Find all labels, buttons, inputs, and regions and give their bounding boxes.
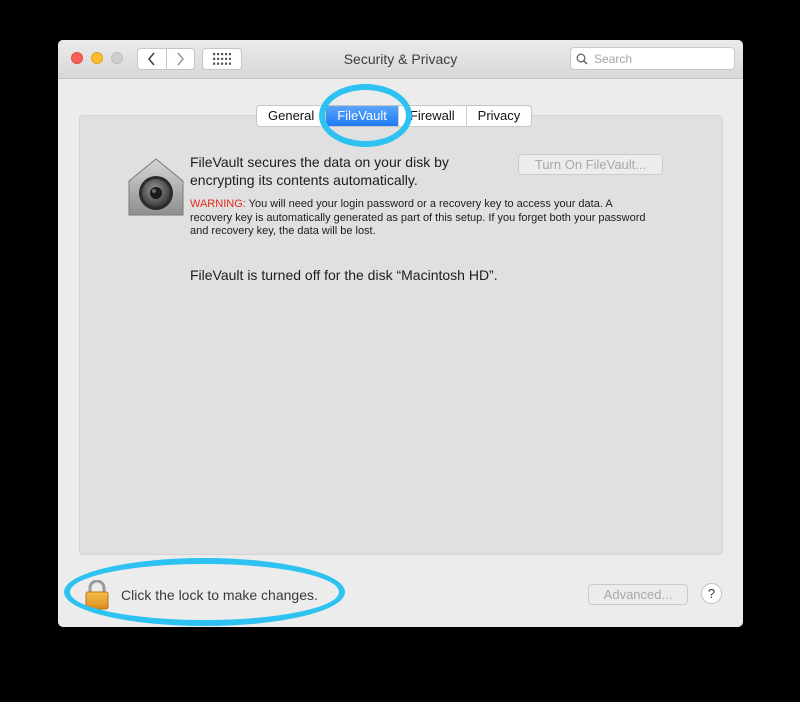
search-icon [576, 53, 588, 65]
turn-on-filevault-button[interactable]: Turn On FileVault... [518, 154, 663, 175]
filevault-icon [128, 158, 184, 216]
filevault-status: FileVault is turned off for the disk “Ma… [190, 267, 498, 283]
tab-general[interactable]: General [257, 106, 325, 126]
warning-label: WARNING: [190, 198, 246, 210]
title-bar: Security & Privacy [58, 40, 743, 79]
filevault-panel: FileVault secures the data on your disk … [79, 115, 723, 555]
lock-icon[interactable] [84, 580, 110, 610]
filevault-description: FileVault secures the data on your disk … [190, 154, 449, 188]
tab-firewall[interactable]: Firewall [397, 106, 466, 126]
search-field[interactable] [570, 47, 735, 70]
advanced-button[interactable]: Advanced... [588, 584, 688, 605]
help-button[interactable]: ? [701, 583, 722, 604]
lock-message: Click the lock to make changes. [121, 587, 318, 603]
tab-privacy[interactable]: Privacy [465, 106, 532, 126]
security-privacy-window: Security & Privacy General FileVault Fir… [58, 40, 743, 627]
search-input[interactable] [592, 50, 726, 67]
warning-body: You will need your login password or a r… [190, 198, 646, 237]
warning-text: WARNING: You will need your login passwo… [190, 198, 655, 239]
tab-filevault[interactable]: FileVault [325, 106, 398, 126]
tab-bar: General FileVault Firewall Privacy [256, 105, 533, 127]
